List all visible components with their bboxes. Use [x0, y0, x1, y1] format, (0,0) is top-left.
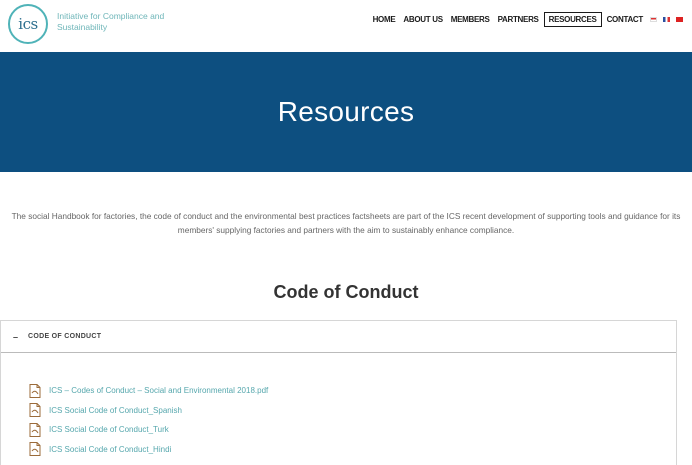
pdf-icon [29, 403, 41, 418]
site-header: ics Initiative for Compliance and Sustai… [0, 0, 692, 52]
main-nav: HOME ABOUT US MEMBERS PARTNERS RESOURCES… [369, 12, 686, 27]
file-list: ICS – Codes of Conduct – Social and Envi… [29, 381, 268, 459]
list-item[interactable]: ICS Social Code of Conduct_Hindi [29, 440, 268, 460]
nav-item-home[interactable]: HOME [370, 12, 399, 27]
accordion-header[interactable]: – CODE OF CONDUCT [1, 321, 676, 353]
pdf-icon [29, 422, 41, 437]
code-of-conduct-accordion: – CODE OF CONDUCT ICS – Codes of Conduct… [0, 320, 677, 465]
page-banner: Resources [0, 52, 692, 172]
logo-text: ics [18, 15, 38, 33]
nav-item-about-us[interactable]: ABOUT US [400, 12, 445, 27]
list-item[interactable]: ICS Social Code of Conduct_Turk [29, 420, 268, 440]
flag-icon[interactable] [650, 17, 657, 22]
nav-item-contact[interactable]: CONTACT [604, 12, 646, 27]
section-title: Code of Conduct [273, 282, 419, 302]
flag-icon[interactable] [676, 17, 683, 22]
file-link[interactable]: ICS Social Code of Conduct_Spanish [49, 406, 182, 415]
nav-item-resources[interactable]: RESOURCES [543, 12, 602, 27]
logo-tagline: Initiative for Compliance and Sustainabi… [57, 11, 165, 32]
nav-item-partners[interactable]: PARTNERS [495, 12, 542, 27]
pdf-icon [29, 442, 41, 457]
collapse-icon[interactable]: – [13, 332, 18, 342]
file-link[interactable]: ICS Social Code of Conduct_Turk [49, 425, 169, 434]
flag-icon[interactable] [663, 17, 670, 22]
pdf-icon [29, 383, 41, 398]
intro-text: The social Handbook for factories, the c… [11, 211, 681, 235]
list-item[interactable]: ICS Social Code of Conduct_Spanish [29, 401, 268, 421]
file-link[interactable]: ICS – Codes of Conduct – Social and Envi… [49, 386, 268, 395]
file-link[interactable]: ICS Social Code of Conduct_Hindi [49, 445, 171, 454]
accordion-label: CODE OF CONDUCT [28, 333, 102, 340]
nav-item-members[interactable]: MEMBERS [448, 12, 493, 27]
logo[interactable]: ics [8, 4, 48, 44]
page-title: Resources [277, 96, 415, 127]
list-item[interactable]: ICS – Codes of Conduct – Social and Envi… [29, 381, 268, 401]
